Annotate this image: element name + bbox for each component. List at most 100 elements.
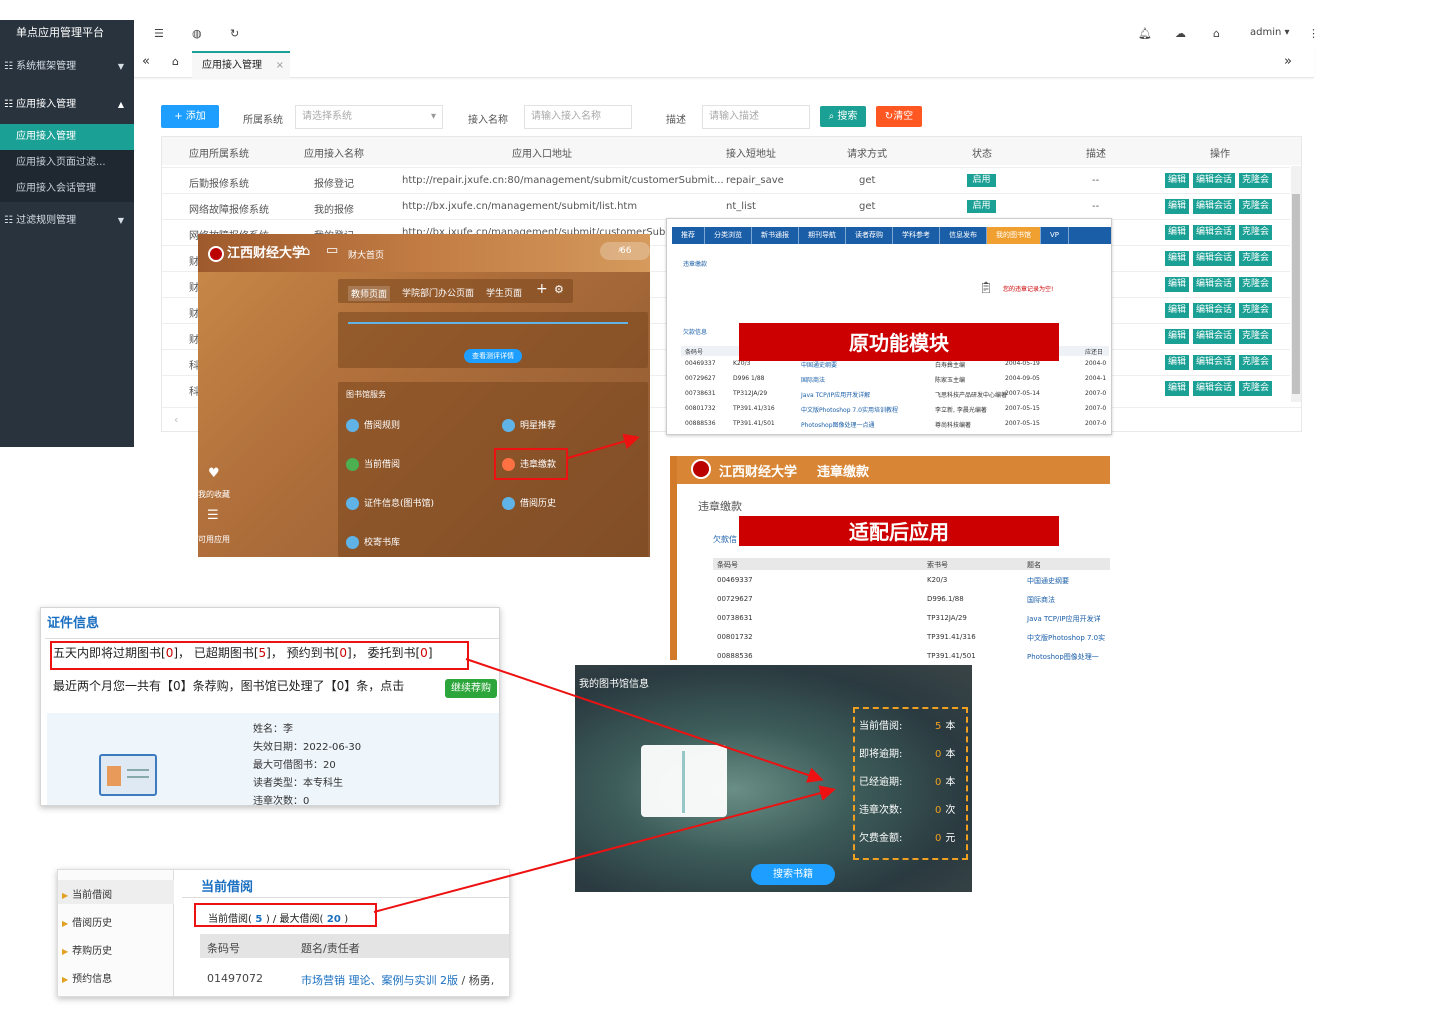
home-icon[interactable]: ⌂ [302,244,310,259]
edit-button[interactable]: 编辑 [1165,277,1190,292]
edit-button[interactable]: 编辑 [1165,225,1190,240]
clone-button[interactable]: 克隆会 [1239,355,1273,370]
service-rules[interactable]: 借阅规则 [346,418,400,432]
edit-session-button[interactable]: 编辑会话 [1193,225,1236,240]
favorites-label[interactable]: 我的收藏 [198,489,230,500]
service-card[interactable]: 证件信息(图书馆) [346,496,434,510]
service-recommend[interactable]: 明星推荐 [502,418,556,432]
nav-item[interactable]: 分类浏览 [705,227,752,244]
nav-item[interactable]: 信息发布 [940,227,987,244]
edit-session-button[interactable]: 编辑会话 [1193,251,1236,266]
search-books-button[interactable]: 搜索书籍 [751,864,835,885]
edit-session-button[interactable]: 编辑会话 [1193,173,1236,188]
adapted-cell[interactable]: Java TCP/IP应用开发详 [1027,614,1101,624]
side-current-borrow[interactable]: ▶ 当前借阅 [62,886,112,901]
edit-button[interactable]: 编辑 [1165,199,1190,214]
name-input[interactable]: 请输入接入名称 [524,105,632,129]
edit-session-button[interactable]: 编辑会话 [1193,381,1236,396]
tab-teacher[interactable]: 教师页面 [348,286,391,301]
sidebar-sub-page-filter[interactable]: 应用接入页面过滤... [0,150,134,176]
edit-button[interactable]: 编辑 [1165,173,1190,188]
sidebar-sub-app-access[interactable]: 应用接入管理 [0,124,134,150]
double-right-icon[interactable]: » [1284,54,1292,69]
edit-session-button[interactable]: 编辑会话 [1193,303,1236,318]
globe-icon[interactable]: ◍ [192,27,202,40]
menu-fold-icon[interactable]: ☰ [154,27,164,40]
clone-button[interactable]: 克隆会 [1239,173,1273,188]
nav-item[interactable]: 学科参考 [893,227,940,244]
scrollbar-thumb[interactable] [1292,194,1300,394]
double-left-icon[interactable]: « [142,54,150,69]
close-icon[interactable]: × [276,53,284,79]
add-button[interactable]: + 添加 [161,105,219,128]
user-menu[interactable]: admin ▾ [1250,27,1290,38]
tab-department[interactable]: 学院部门办公页面 [402,286,474,299]
sidebar-sub-session[interactable]: 应用接入会话管理 [0,176,134,202]
book-link[interactable]: 市场营销 理论、案例与实训 2版 [301,974,458,987]
edit-session-button[interactable]: 编辑会话 [1193,329,1236,344]
system-select[interactable]: 请选择系统 ▾ [295,105,443,129]
service-history[interactable]: 借阅历史 [502,496,556,510]
add-tab-icon[interactable]: + [536,281,548,297]
side-borrow-history[interactable]: ▶ 借阅历史 [62,914,112,929]
clone-button[interactable]: 克隆会 [1239,329,1273,344]
more-icon[interactable]: ⋮ [1308,27,1319,40]
continue-recommend-button[interactable]: 继续荐购 [445,679,497,698]
tab-student[interactable]: 学生页面 [486,286,522,299]
edit-session-button[interactable]: 编辑会话 [1193,199,1236,214]
clone-button[interactable]: 克隆会 [1239,251,1273,266]
debt-cell-title[interactable]: Photoshop图像处理一点通 [801,420,875,429]
bell-icon[interactable]: 🔔︎ [1138,27,1152,40]
debt-cell-title[interactable]: 国际商法 [801,375,825,384]
clear-button[interactable]: ↻清空 [876,106,922,127]
sidebar-item-framework[interactable]: ☷ 系统框架管理 ▼ [0,48,134,86]
edit-session-button[interactable]: 编辑会话 [1193,277,1236,292]
side-recommend-history[interactable]: ▶ 荐购历史 [62,942,112,957]
home-tab[interactable]: 财大首页 [348,248,384,261]
nav-item[interactable]: 推荐 [672,227,705,244]
edit-button[interactable]: 编辑 [1165,329,1190,344]
clone-button[interactable]: 克隆会 [1239,199,1273,214]
adapted-cell[interactable]: 中文版Photoshop 7.0实 [1027,633,1105,643]
adapted-cell[interactable]: Photoshop图像处理一 [1027,652,1099,660]
apps-label[interactable]: 可用应用 [198,534,230,545]
edit-session-button[interactable]: 编辑会话 [1193,355,1236,370]
heart-icon[interactable]: ♥ [208,466,220,481]
tag-icon[interactable]: ⌂ [1213,27,1220,40]
nav-item[interactable]: VP [1041,227,1070,244]
edit-button[interactable]: 编辑 [1165,303,1190,318]
desc-input[interactable]: 请输入描述 [702,105,810,129]
service-depot[interactable]: 校寄书库 [346,535,400,549]
home-icon[interactable]: ⌂ [172,55,179,68]
review-button[interactable]: 查看测评详情 [464,349,522,363]
nav-item[interactable]: 读者荐购 [846,227,893,244]
portal-search[interactable]: 66 [600,242,650,260]
search-button[interactable]: ⌕ 搜索 [820,106,866,127]
nav-item[interactable]: 新书通报 [752,227,799,244]
service-current[interactable]: 当前借阅 [346,457,400,471]
gear-icon[interactable]: ⚙ [554,283,564,296]
clone-button[interactable]: 克隆会 [1239,303,1273,318]
list-icon[interactable]: ☰ [207,508,219,523]
debt-cell-title[interactable]: Java TCP/IP应用开发详解 [801,390,870,399]
adapted-cell[interactable]: 中国通史纲要 [1027,576,1069,586]
clone-button[interactable]: 克隆会 [1239,225,1273,240]
refresh-icon[interactable]: ↻ [230,27,239,40]
edit-button[interactable]: 编辑 [1165,355,1190,370]
clone-button[interactable]: 克隆会 [1239,277,1273,292]
side-reservation[interactable]: ▶ 预约信息 [62,970,112,985]
table-scrollbar[interactable] [1291,166,1301,402]
monitor-icon[interactable]: ▭ [326,243,338,258]
clone-button[interactable]: 克隆会 [1239,381,1273,396]
debt-cell-title[interactable]: 中国通史纲要 [801,360,837,369]
sidebar-item-filter-rules[interactable]: ☷ 过滤规则管理 ▼ [0,202,134,240]
edit-button[interactable]: 编辑 [1165,381,1190,396]
theme-icon[interactable]: ☁ [1175,27,1186,40]
adapted-cell[interactable]: 国际商法 [1027,595,1055,605]
nav-item[interactable]: 我的图书馆 [987,227,1041,244]
tab-app-access[interactable]: 应用接入管理 × [192,51,290,78]
debt-cell-title[interactable]: 中文版Photoshop 7.0实用培训教程 [801,405,898,414]
edit-button[interactable]: 编辑 [1165,251,1190,266]
chevron-left-icon[interactable]: ‹ [174,413,178,426]
nav-item[interactable]: 期刊导航 [799,227,846,244]
